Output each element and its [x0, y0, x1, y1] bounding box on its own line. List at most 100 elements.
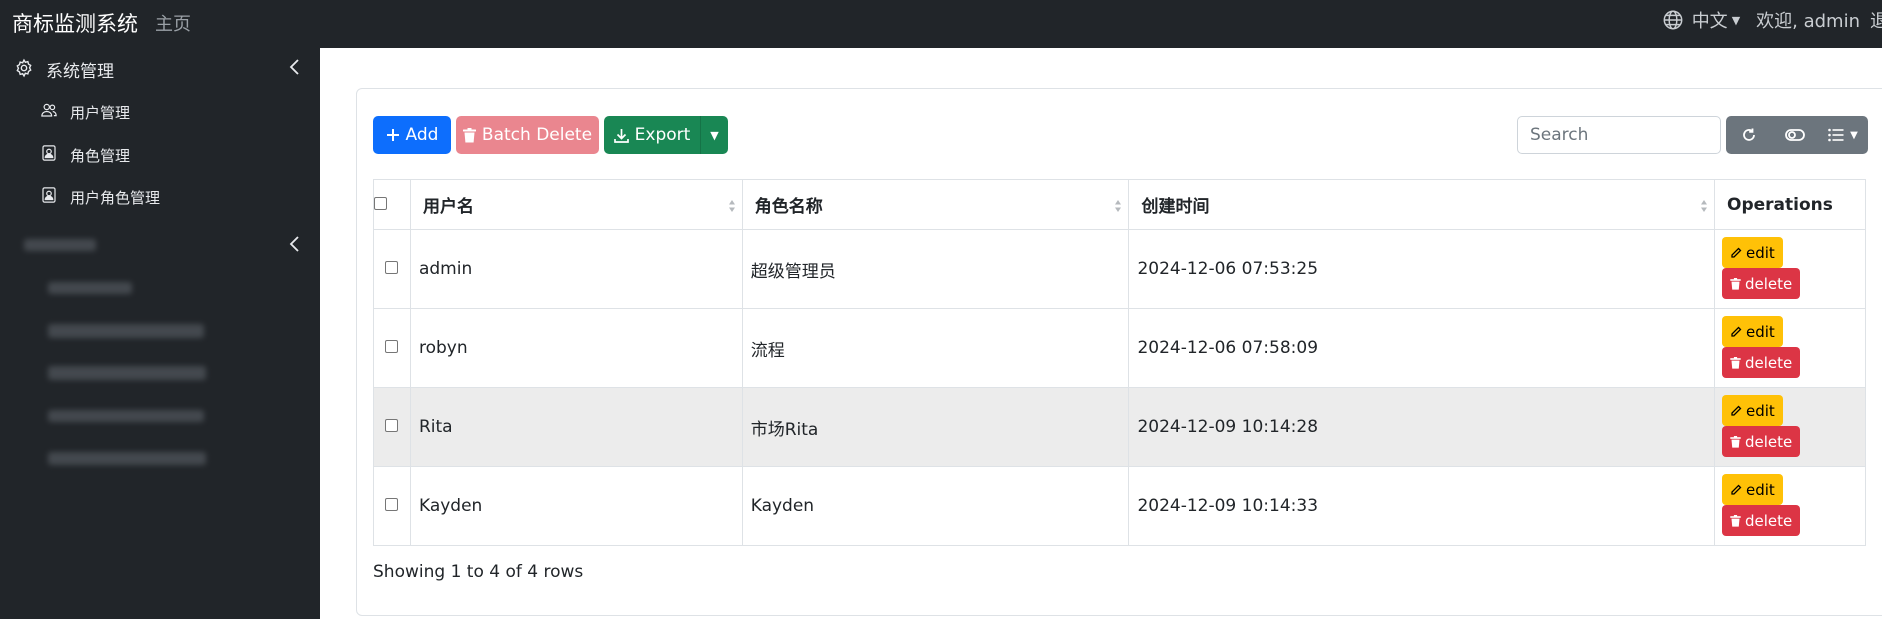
caret-down-icon: ▼	[710, 128, 719, 142]
cell-role: Kayden	[741, 466, 1130, 546]
column-header-role[interactable]: 角色名称	[741, 179, 1130, 230]
column-header-created[interactable]: 创建时间	[1128, 179, 1715, 230]
sidebar-item-role-management[interactable]: 角色管理	[0, 134, 320, 174]
chevron-down-icon[interactable]: ▼	[1732, 14, 1740, 27]
search-input[interactable]	[1517, 116, 1721, 154]
sort-icon	[728, 200, 735, 212]
chevron-left-icon[interactable]	[288, 235, 302, 253]
welcome-user[interactable]: 欢迎, admin	[1756, 7, 1860, 33]
app-brand[interactable]: 商标监测系统	[12, 8, 138, 38]
sidebar-item-label: 用户管理	[70, 104, 131, 122]
cell-role: 市场Rita	[741, 387, 1130, 467]
trash-icon	[1730, 356, 1741, 369]
column-header-username[interactable]: 用户名	[409, 179, 743, 230]
sidebar-item-label: 用户角色管理	[70, 189, 161, 207]
pagination-info: Showing 1 to 4 of 4 rows	[373, 562, 584, 582]
row-checkbox[interactable]	[385, 419, 399, 432]
download-icon	[613, 128, 629, 143]
table-header-row: 用户名 角色名称 创建时间 Operations	[373, 179, 1866, 230]
id-badge-icon	[42, 145, 56, 161]
column-header-label: Operations	[1727, 194, 1833, 215]
sidebar-group-system[interactable]: 系统管理	[0, 48, 320, 88]
sidebar-item-user-management[interactable]: 用户管理	[0, 91, 320, 131]
edit-button[interactable]: edit	[1722, 237, 1783, 268]
refresh-icon	[1743, 128, 1755, 141]
pencil-icon	[1731, 326, 1742, 337]
sidebar: 系统管理 用户管理 角色管理 用户角色管理	[0, 48, 320, 619]
caret-down-icon: ▼	[1850, 129, 1858, 141]
cell-created: 2024-12-06 07:58:09	[1128, 308, 1715, 388]
sidebar-item-label: 角色管理	[70, 147, 131, 165]
cell-username: robyn	[409, 308, 743, 388]
cell-operations: edit delete	[1714, 229, 1866, 309]
edit-label: edit	[1746, 480, 1775, 499]
logout-link[interactable]: 退	[1870, 7, 1882, 33]
pencil-icon	[1731, 247, 1742, 258]
redacted-item[interactable]	[48, 410, 204, 422]
export-dropdown-toggle[interactable]: ▼	[700, 116, 728, 154]
delete-button[interactable]: delete	[1722, 347, 1801, 378]
delete-label: delete	[1745, 353, 1793, 372]
select-all-checkbox[interactable]	[374, 196, 387, 210]
delete-label: delete	[1745, 274, 1793, 293]
trash-icon	[1730, 514, 1741, 527]
sidebar-group-redacted[interactable]	[0, 225, 320, 265]
row-checkbox[interactable]	[385, 340, 399, 353]
redacted-item[interactable]	[48, 366, 206, 380]
cell-created: 2024-12-06 07:53:25	[1128, 229, 1715, 309]
select-all-cell	[373, 179, 411, 230]
row-select-cell	[373, 308, 411, 388]
table-row: Rita 市场Rita 2024-12-09 10:14:28 edit del…	[373, 387, 1866, 467]
chevron-left-icon[interactable]	[288, 58, 302, 76]
batch-delete-label: Batch Delete	[481, 125, 593, 145]
list-icon	[1828, 128, 1844, 142]
column-header-label: 创建时间	[1141, 197, 1210, 217]
row-select-cell	[373, 229, 411, 309]
refresh-button[interactable]	[1726, 116, 1772, 154]
column-header-label: 用户名	[422, 197, 474, 217]
row-select-cell	[373, 466, 411, 546]
cell-username: Rita	[409, 387, 743, 467]
users-icon	[41, 103, 57, 117]
toggle-view-button[interactable]	[1772, 116, 1818, 154]
edit-button[interactable]: edit	[1722, 474, 1783, 505]
users-table: 用户名 角色名称 创建时间 Operations admin 超级管理员 202…	[373, 179, 1866, 546]
cell-operations: edit delete	[1714, 308, 1866, 388]
cell-role: 超级管理员	[741, 229, 1130, 309]
delete-button[interactable]: delete	[1722, 426, 1801, 457]
toggle-icon	[1785, 129, 1805, 141]
batch-delete-button[interactable]: Batch Delete	[456, 116, 599, 154]
sort-icon	[1701, 200, 1707, 212]
edit-label: edit	[1746, 401, 1775, 420]
pencil-icon	[1731, 484, 1742, 495]
navbar-right: 中文 ▼ 欢迎, admin 退	[1662, 8, 1882, 32]
edit-button[interactable]: edit	[1722, 395, 1783, 426]
language-selector[interactable]: 中文	[1692, 7, 1728, 33]
add-button[interactable]: Add	[373, 116, 451, 154]
plus-icon	[386, 129, 399, 141]
sidebar-group-label: 系统管理	[46, 62, 114, 82]
redacted-item[interactable]	[48, 452, 206, 465]
delete-label: delete	[1745, 511, 1793, 530]
cell-username: admin	[409, 229, 743, 309]
gear-icon	[16, 58, 32, 78]
redacted-item[interactable]	[48, 324, 204, 338]
pencil-icon	[1731, 405, 1742, 416]
sidebar-item-user-role-management[interactable]: 用户角色管理	[0, 176, 320, 216]
delete-button[interactable]: delete	[1722, 268, 1801, 299]
export-button[interactable]: Export	[604, 116, 700, 154]
edit-button[interactable]: edit	[1722, 316, 1783, 347]
redacted-item[interactable]	[48, 282, 132, 294]
row-checkbox[interactable]	[385, 261, 399, 274]
columns-dropdown-button[interactable]: ▼	[1818, 116, 1868, 154]
nav-home-link[interactable]: 主页	[155, 10, 191, 36]
table-row: robyn 流程 2024-12-06 07:58:09 edit delete	[373, 308, 1866, 388]
table-tools-group: ▼	[1726, 116, 1868, 154]
add-button-label: Add	[405, 125, 439, 145]
delete-label: delete	[1745, 432, 1793, 451]
top-navbar: 商标监测系统 主页 中文 ▼ 欢迎, admin 退	[0, 0, 1882, 48]
cell-operations: edit delete	[1714, 387, 1866, 467]
delete-button[interactable]: delete	[1722, 505, 1801, 536]
trash-icon	[1730, 435, 1741, 448]
row-checkbox[interactable]	[385, 498, 399, 511]
